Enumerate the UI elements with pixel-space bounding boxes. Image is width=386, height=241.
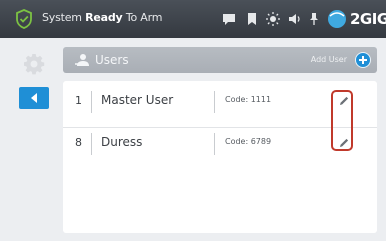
user-number: 1	[75, 94, 82, 107]
gear-icon[interactable]	[22, 52, 46, 76]
edit-highlight	[331, 90, 353, 151]
divider	[91, 91, 92, 113]
add-user-button[interactable]	[355, 52, 371, 68]
bookmark-icon[interactable]	[244, 11, 260, 27]
page-title: Users	[95, 53, 129, 67]
brightness-icon[interactable]	[265, 11, 281, 27]
user-number: 8	[75, 136, 82, 149]
user-row-duress[interactable]: 8 Duress Code: 6789	[63, 121, 377, 165]
users-header: Users Add User	[63, 47, 377, 73]
user-row-master[interactable]: 1 Master User Code: 1111	[63, 81, 377, 128]
status-state: Ready	[85, 11, 123, 24]
user-list: 1 Master User Code: 1111 8 Duress Code: …	[63, 81, 377, 233]
user-code: Code: 1111	[225, 95, 272, 104]
back-arrow-icon	[31, 93, 37, 103]
divider	[214, 91, 215, 113]
user-icon	[75, 54, 89, 66]
add-user-label[interactable]: Add User	[311, 55, 347, 64]
user-code: Code: 6789	[225, 137, 272, 146]
volume-icon[interactable]	[287, 11, 303, 27]
message-icon[interactable]	[221, 11, 237, 27]
divider	[214, 133, 215, 155]
brand-name: 2GIG	[350, 10, 386, 28]
status-bar: System Ready To Arm 2GIG	[0, 0, 386, 38]
user-name: Duress	[101, 135, 143, 149]
system-status: System Ready To Arm	[42, 11, 163, 24]
user-name: Master User	[101, 93, 174, 107]
shield-check-icon	[16, 9, 32, 29]
brand-logo-icon	[328, 10, 346, 28]
back-button[interactable]	[19, 87, 49, 109]
divider	[91, 133, 92, 155]
